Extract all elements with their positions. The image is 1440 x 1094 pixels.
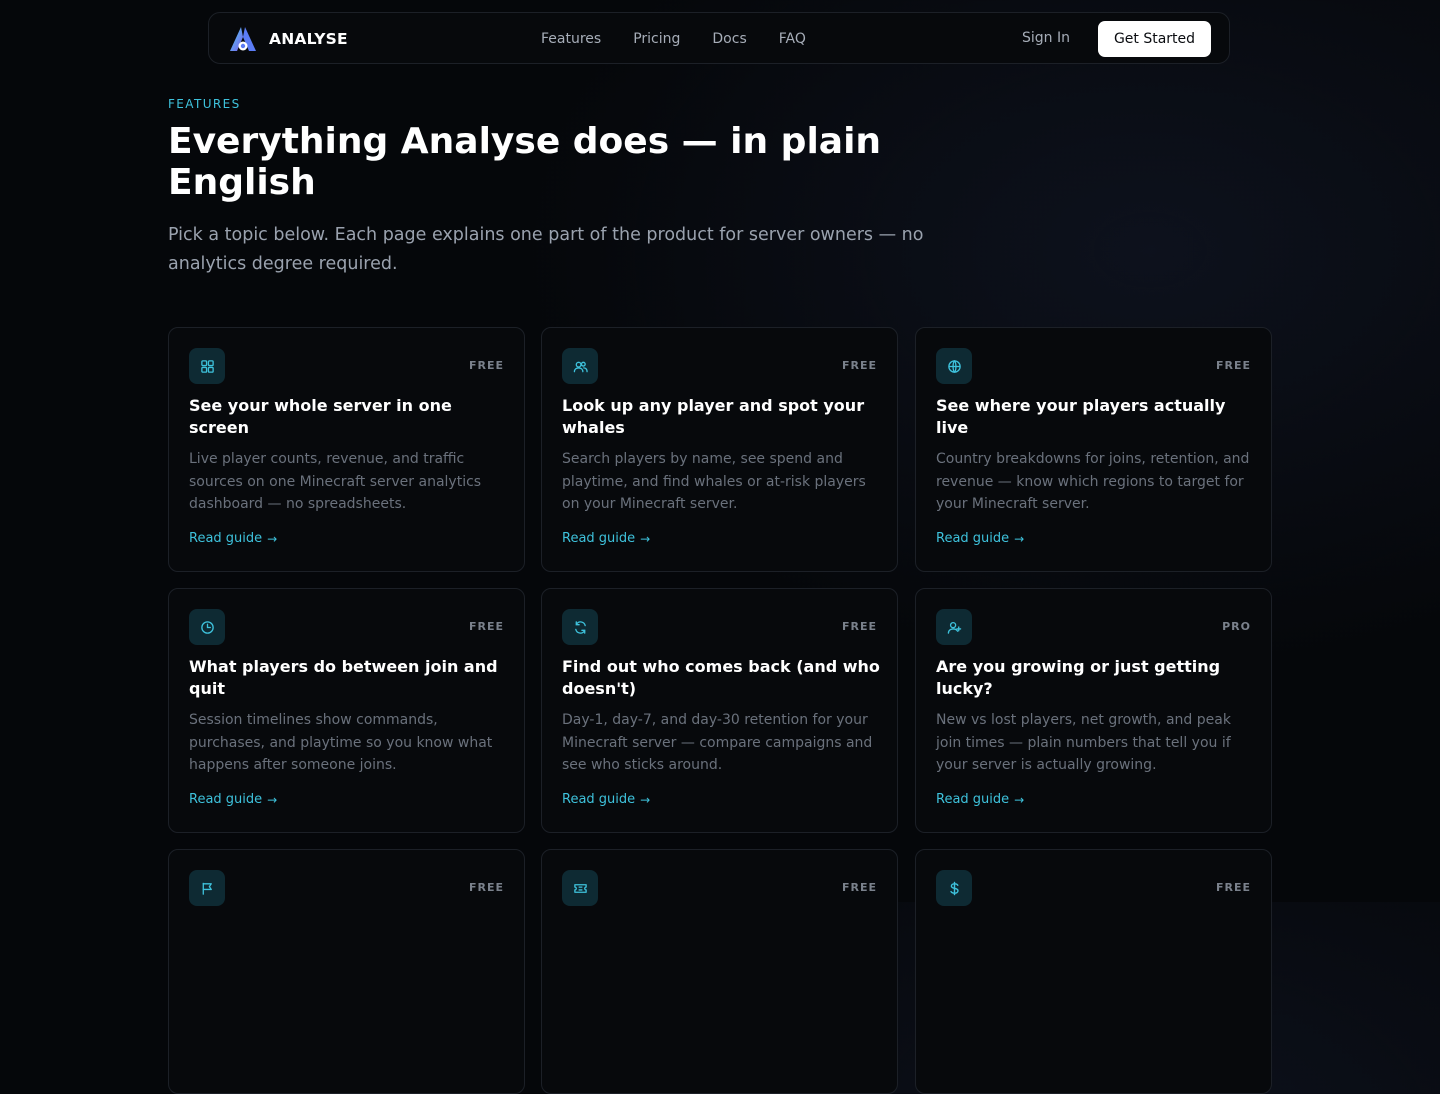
card-icon-tile: [936, 870, 972, 906]
arrow-right-icon: →: [640, 792, 651, 807]
top-navbar: ANALYSE Features Pricing Docs FAQ Sign I…: [208, 12, 1230, 64]
brand-logo[interactable]: ANALYSE: [228, 25, 348, 53]
card-title: Are you growing or just getting lucky?: [936, 657, 1221, 698]
card-description: Day-1, day-7, and day-30 retention for y…: [562, 712, 873, 773]
feature-card-flag[interactable]: FREE: [168, 849, 525, 1094]
card-title: Look up any player and spot your whales: [562, 396, 865, 437]
read-guide-link[interactable]: Read guide →: [936, 531, 1024, 546]
card-icon-tile: [936, 609, 972, 645]
card-title: See where your players actually live: [936, 396, 1226, 437]
read-guide-link[interactable]: Read guide →: [562, 792, 650, 807]
read-guide-link[interactable]: Read guide →: [936, 792, 1024, 807]
read-guide-label: Read guide: [189, 531, 263, 546]
card-icon-tile: [189, 870, 225, 906]
dollar-icon: [949, 881, 959, 895]
card-description: Search players by name, see spend and pl…: [562, 451, 866, 512]
card-icon-tile: [562, 609, 598, 645]
read-guide-label: Read guide: [562, 531, 636, 546]
page-title: Everything Analyse does — in plain Engli…: [168, 121, 882, 203]
page-subtitle: Pick a topic below. Each page explains o…: [168, 225, 924, 274]
ticket-icon: [573, 883, 587, 893]
feature-card-sessions[interactable]: FREE What players do between join and qu…: [168, 588, 525, 833]
plan-badge: FREE: [841, 620, 877, 633]
feature-card-dashboard[interactable]: FREE See your whole server in one screen…: [168, 327, 525, 572]
read-guide-label: Read guide: [936, 792, 1010, 807]
card-icon-tile: [562, 348, 598, 384]
card-icon-tile: [189, 348, 225, 384]
plan-badge: FREE: [468, 359, 504, 372]
read-guide-label: Read guide: [562, 792, 636, 807]
read-guide-link[interactable]: Read guide →: [562, 531, 650, 546]
card-title: Find out who comes back (and who doesn't…: [562, 657, 880, 698]
plan-badge: FREE: [1215, 881, 1251, 894]
arrow-right-icon: →: [1014, 792, 1025, 807]
card-title: See your whole server in one screen: [189, 396, 452, 437]
feature-card-growth[interactable]: PRO Are you growing or just getting luck…: [915, 588, 1272, 833]
read-guide-label: Read guide: [189, 792, 263, 807]
read-guide-link[interactable]: Read guide →: [189, 531, 277, 546]
card-title: What players do between join and quit: [189, 657, 498, 698]
nav-link-pricing[interactable]: Pricing: [633, 31, 680, 47]
plan-badge: FREE: [841, 359, 877, 372]
section-eyebrow: FEATURES: [168, 97, 241, 111]
arrow-right-icon: →: [267, 531, 278, 546]
user-plus-icon: [947, 621, 961, 634]
nav-link-faq[interactable]: FAQ: [779, 31, 806, 47]
nav-link-docs[interactable]: Docs: [712, 31, 746, 47]
card-icon-tile: [189, 609, 225, 645]
arrow-right-icon: →: [1014, 531, 1025, 546]
arrow-right-icon: →: [640, 531, 651, 546]
feature-card-retention[interactable]: FREE Find out who comes back (and who do…: [541, 588, 898, 833]
feature-card-players[interactable]: FREE Look up any player and spot your wh…: [541, 327, 898, 572]
card-description: New vs lost players, net growth, and pea…: [936, 712, 1231, 773]
sign-in-link[interactable]: Sign In: [1022, 30, 1070, 46]
nav-links: Features Pricing Docs FAQ: [541, 13, 838, 65]
plan-badge: FREE: [841, 881, 877, 894]
feature-card-ticket[interactable]: FREE: [541, 849, 898, 1094]
plan-badge: FREE: [1215, 359, 1251, 372]
arrow-right-icon: →: [267, 792, 278, 807]
card-description: Live player counts, revenue, and traffic…: [189, 451, 482, 512]
nav-link-features[interactable]: Features: [541, 31, 601, 47]
flag-icon: [202, 882, 212, 895]
brand-name: ANALYSE: [269, 30, 348, 48]
feature-card-revenue[interactable]: FREE: [915, 849, 1272, 1094]
clock-icon: [200, 620, 214, 634]
refresh-icon: [574, 620, 586, 634]
plan-badge: PRO: [1222, 620, 1251, 633]
users-icon: [573, 361, 588, 372]
globe-icon: [947, 359, 961, 373]
grid-icon: [200, 359, 214, 373]
plan-badge: FREE: [468, 881, 504, 894]
card-icon-tile: [936, 348, 972, 384]
card-icon-tile: [562, 870, 598, 906]
feature-card-geography[interactable]: FREE See where your players actually liv…: [915, 327, 1272, 572]
get-started-button[interactable]: Get Started: [1098, 21, 1211, 57]
read-guide-link[interactable]: Read guide →: [189, 792, 277, 807]
card-description: Session timelines show commands, purchas…: [189, 712, 493, 773]
read-guide-label: Read guide: [936, 531, 1010, 546]
plan-badge: FREE: [468, 620, 504, 633]
card-description: Country breakdowns for joins, retention,…: [936, 451, 1250, 512]
analyse-logo-icon: [230, 27, 256, 51]
